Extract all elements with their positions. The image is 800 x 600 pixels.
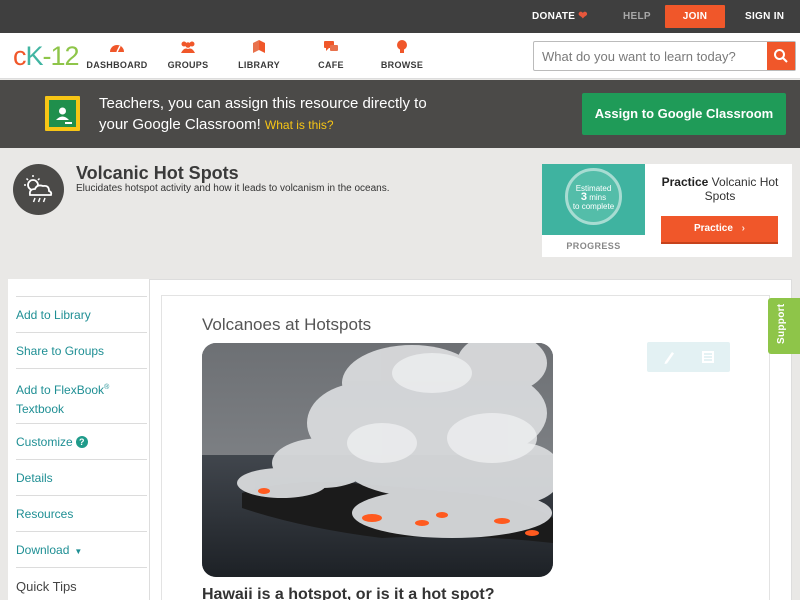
practice-thumbnail: Estimated 3 mins to complete	[542, 164, 645, 235]
sidebar-item-quick-tips[interactable]: Quick Tips	[16, 567, 147, 596]
sign-in-link[interactable]: SIGN IN	[745, 0, 784, 33]
dashboard-gauge-icon	[110, 45, 124, 53]
sidebar-item-customize[interactable]: Customize?	[16, 423, 147, 452]
article-heading: Volcanoes at Hotspots	[202, 315, 372, 334]
main-nav: cK-12 DASHBOARD GROUPS LIBRARY CAFE BROW…	[0, 33, 800, 79]
practice-card: Estimated 3 mins to complete PROGRESS Pr…	[542, 164, 792, 257]
article-image	[202, 343, 553, 577]
donate-link[interactable]: DONATE ❤	[532, 0, 588, 33]
progress-label: PROGRESS	[566, 241, 621, 251]
page-description: Elucidates hotspot activity and how it l…	[76, 183, 390, 194]
support-tab[interactable]: Support	[768, 298, 800, 354]
help-question-icon[interactable]: ?	[75, 436, 88, 448]
practice-title: Practice Volcanic Hot Spots	[661, 175, 779, 203]
top-utility-bar: DONATE ❤ HELP JOIN SIGN IN	[0, 0, 800, 33]
search-icon	[774, 49, 788, 63]
pencil-icon[interactable]	[659, 347, 679, 367]
sidebar: Add to Library Share to Groups Add to Fl…	[8, 279, 150, 600]
search-button[interactable]	[767, 42, 795, 70]
groups-people-icon	[181, 41, 195, 53]
browse-lightbulb-icon	[397, 40, 407, 53]
join-button[interactable]: JOIN	[665, 5, 725, 28]
nav-cafe[interactable]: CAFE	[296, 39, 366, 70]
cafe-chat-icon	[324, 41, 338, 51]
ck12-logo[interactable]: cK-12	[13, 41, 80, 71]
google-classroom-banner: Teachers, you can assign this resource d…	[0, 80, 800, 148]
nav-library[interactable]: LIBRARY	[224, 39, 294, 70]
heart-icon: ❤	[578, 10, 588, 22]
assign-to-google-classroom-button[interactable]: Assign to Google Classroom	[582, 93, 786, 135]
what-is-this-link[interactable]: What is this?	[265, 118, 334, 132]
banner-text: Teachers, you can assign this resource d…	[99, 95, 427, 133]
practice-button[interactable]: Practice ›	[661, 216, 778, 244]
page-title: Volcanic Hot Spots	[76, 163, 239, 183]
search-box	[533, 41, 796, 71]
sidebar-item-add-to-library[interactable]: Add to Library	[16, 296, 147, 325]
sidebar-item-share-to-groups[interactable]: Share to Groups	[16, 332, 147, 361]
chevron-right-icon: ›	[741, 223, 746, 234]
nav-browse[interactable]: BROWSE	[367, 39, 437, 70]
estimated-time-text: Estimated 3 mins to complete	[572, 184, 615, 211]
weather-cloud-sun-rain-icon	[13, 164, 64, 215]
sidebar-item-download[interactable]: Download ▼	[16, 531, 147, 561]
nav-dashboard[interactable]: DASHBOARD	[82, 39, 152, 70]
article-subheading: Hawaii is a hotspot, or is it a hot spot…	[202, 586, 495, 600]
notes-icon[interactable]	[698, 347, 718, 367]
help-link[interactable]: HELP	[623, 0, 651, 33]
library-books-icon	[253, 40, 265, 53]
sidebar-item-resources[interactable]: Resources	[16, 495, 147, 524]
caret-down-icon: ▼	[74, 547, 83, 556]
sidebar-item-details[interactable]: Details	[16, 459, 147, 488]
nav-groups[interactable]: GROUPS	[153, 39, 223, 70]
search-input[interactable]	[534, 42, 769, 70]
google-classroom-icon	[45, 96, 80, 131]
sidebar-item-add-to-flexbook[interactable]: Add to FlexBook® Textbook	[16, 368, 147, 419]
annotation-toolbar	[647, 342, 730, 372]
